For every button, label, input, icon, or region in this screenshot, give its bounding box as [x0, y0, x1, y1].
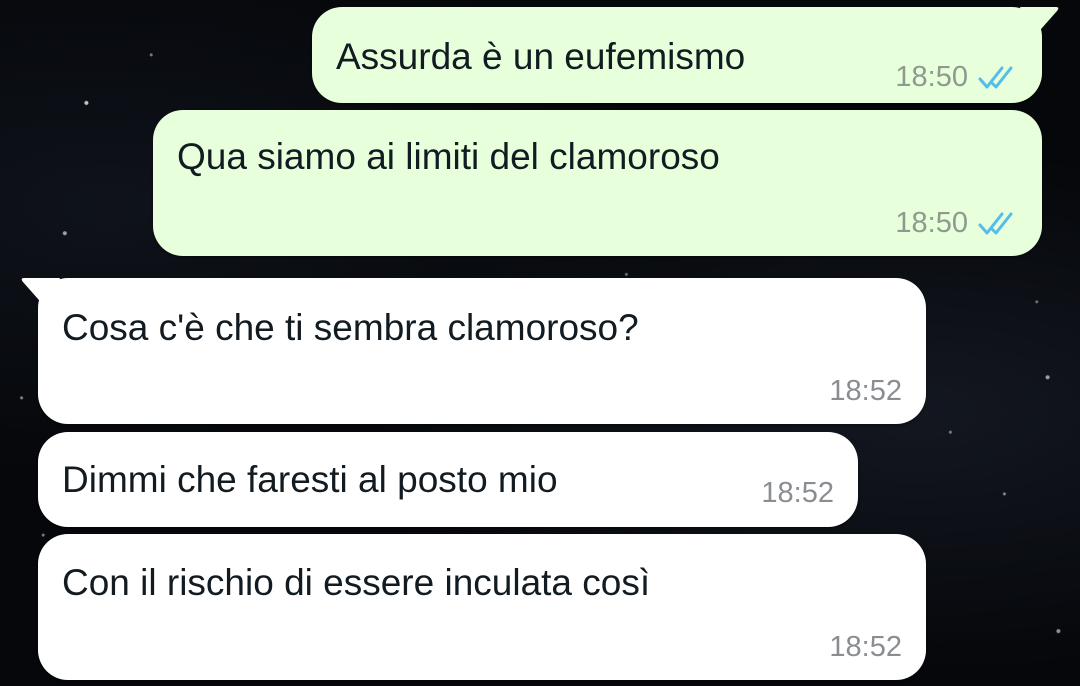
message-time: 18:52 — [829, 631, 902, 663]
message-bubble-incoming[interactable]: Cosa c'è che ti sembra clamoroso? 18:52 — [21, 278, 926, 424]
message-meta: 18:52 — [829, 377, 902, 406]
double-check-read-icon — [978, 211, 1020, 237]
message-text: Assurda è un eufemismo — [336, 36, 746, 77]
message-bubble-outgoing[interactable]: Assurda è un eufemismo 18:50 — [312, 7, 1059, 103]
message-time: 18:52 — [761, 477, 834, 509]
message-time: 18:52 — [829, 375, 902, 407]
message-bubble-incoming[interactable]: Con il rischio di essere inculata così 1… — [38, 534, 926, 680]
message-text: Cosa c'è che ti sembra clamoroso? — [62, 307, 639, 348]
double-check-read-icon — [978, 65, 1020, 91]
message-meta: 18:52 — [829, 633, 902, 662]
message-bubble-incoming[interactable]: Dimmi che faresti al posto mio 18:52 — [38, 432, 858, 527]
message-text: Qua siamo ai limiti del clamoroso — [177, 136, 720, 177]
message-time: 18:50 — [895, 207, 968, 239]
bubble-tail — [21, 278, 60, 308]
bubble-tail — [1020, 7, 1059, 37]
message-meta: 18:50 — [895, 209, 1020, 238]
message-time: 18:50 — [895, 61, 968, 93]
message-meta: 18:50 — [895, 63, 1020, 92]
message-text: Dimmi che faresti al posto mio — [62, 459, 558, 500]
message-meta: 18:52 — [761, 479, 834, 508]
message-bubble-outgoing[interactable]: Qua siamo ai limiti del clamoroso 18:50 — [153, 110, 1042, 256]
message-text: Con il rischio di essere inculata così — [62, 562, 651, 603]
